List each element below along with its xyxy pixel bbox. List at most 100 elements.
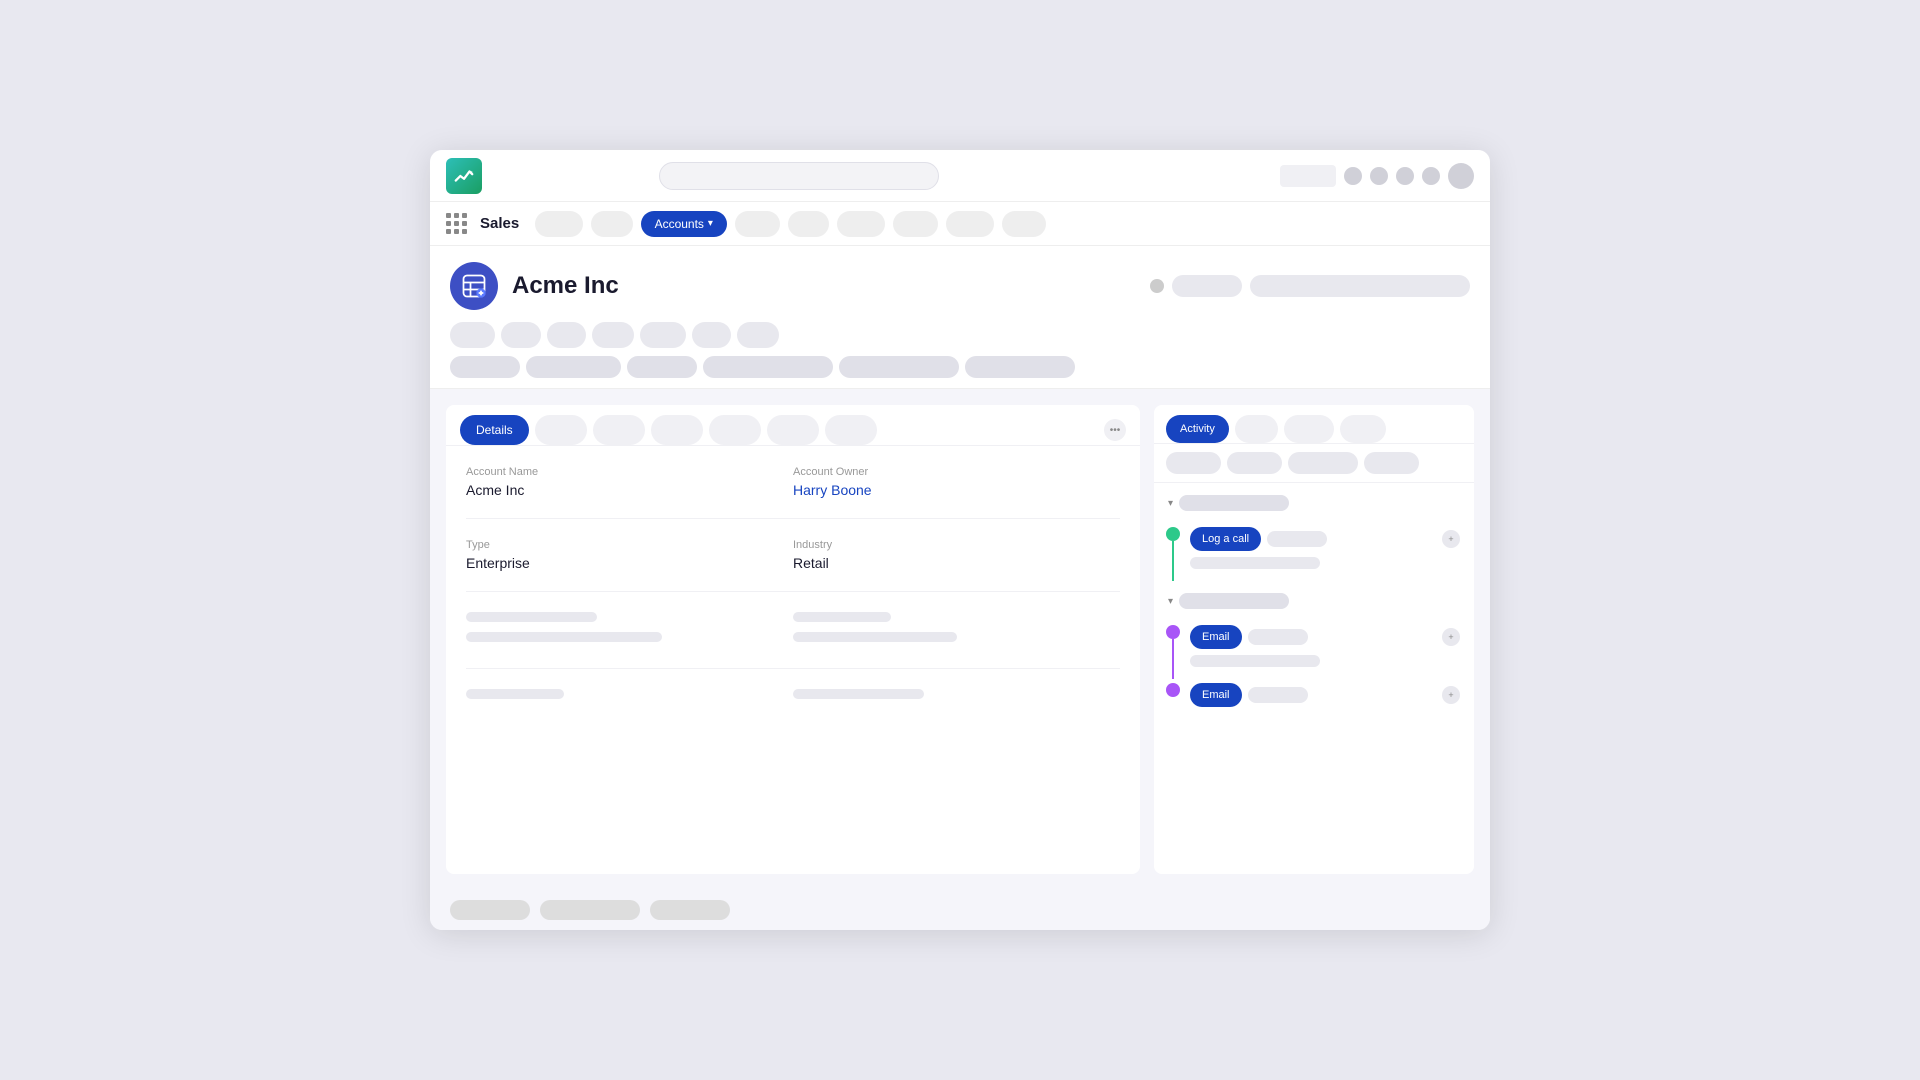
tl-action-btn-3[interactable]: + [1442,686,1460,704]
tl-action-btn-2[interactable]: + [1442,628,1460,646]
header-action-btn-2[interactable] [1250,275,1470,297]
tl-dot-purple-2 [1166,683,1180,697]
bb-btn-3[interactable] [650,900,730,920]
field-account-name: Account Name Acme Inc [466,466,793,519]
tl-item-3-header: Email + [1190,683,1460,707]
nav-item-6[interactable] [837,211,885,237]
rp-tab-activity[interactable]: Activity [1166,415,1229,443]
app-grid-icon[interactable] [446,213,468,235]
nav-item-7[interactable] [893,211,938,237]
app-name: Sales [480,215,519,232]
industry-label: Industry [793,539,1120,551]
ts-chevron-icon-1: ▾ [1168,498,1173,509]
nav-item-2[interactable] [591,211,632,237]
rp-sub-3[interactable] [1288,452,1358,474]
topbar [430,150,1490,202]
ts-label-2 [1179,593,1289,609]
ph-tab-3[interactable] [547,322,586,348]
topbar-avatar[interactable] [1448,163,1474,189]
tab-details[interactable]: Details [460,415,529,445]
ph-tab-6[interactable] [692,322,731,348]
ts-label-1 [1179,495,1289,511]
search-bar[interactable] [659,162,939,190]
tl-btn-email-1[interactable]: Email [1190,625,1242,649]
right-panel: Activity ▾ [1154,405,1474,874]
nav-item-4[interactable] [735,211,780,237]
ghost-value-3b [793,632,957,642]
account-owner-value[interactable]: Harry Boone [793,482,1120,498]
ph-tab-7[interactable] [737,322,779,348]
tl-btn-email-2[interactable]: Email [1190,683,1242,707]
header-dot-btn[interactable] [1150,279,1164,293]
tl-ghost-date-3 [1248,687,1308,703]
header-action-btn-1[interactable] [1172,275,1242,297]
sub-tab-4[interactable] [703,356,833,378]
sub-tab-6[interactable] [965,356,1075,378]
ph-tab-1[interactable] [450,322,495,348]
page-header: Acme Inc [430,246,1490,389]
tab-2[interactable] [535,415,587,445]
tab-6[interactable] [767,415,819,445]
industry-value: Retail [793,555,1120,571]
bb-btn-1[interactable] [450,900,530,920]
topbar-dot-1 [1344,167,1362,185]
ghost-label-3a [466,612,597,622]
tl-ghost-date-1 [1267,531,1327,547]
bb-btn-2[interactable] [540,900,640,920]
field-row-4 [466,689,1120,725]
topbar-dot-3 [1396,167,1414,185]
sub-tab-2[interactable] [526,356,621,378]
ghost-label-3b [793,612,891,622]
ph-tab-5[interactable] [640,322,685,348]
tl-action-btn-1[interactable]: + [1442,530,1460,548]
account-name-label: Account Name [466,466,793,478]
rp-sub-1[interactable] [1166,452,1221,474]
panel-body: Account Name Acme Inc Account Owner Harr… [446,446,1140,874]
rp-sub-4[interactable] [1364,452,1419,474]
nav-item-9[interactable] [1002,211,1047,237]
tab-5[interactable] [709,415,761,445]
timeline-item-3: Email + [1154,683,1474,717]
field-ghost-3b [793,612,1120,669]
bottom-bar [430,890,1490,930]
tl-btn-log-call[interactable]: Log a call [1190,527,1261,551]
nav-item-1[interactable] [535,211,583,237]
ghost-value-3a [466,632,662,642]
page-title: Acme Inc [512,272,619,300]
topbar-dot-4 [1422,167,1440,185]
panel-tabs-more[interactable]: ••• [1104,419,1126,441]
ghost-label-4a [466,689,564,699]
timeline: ▾ Log a call + [1154,483,1474,874]
topbar-nav-btn[interactable] [1280,165,1336,187]
tl-item-1-header: Log a call + [1190,527,1460,551]
timeline-item-2: Email + [1154,621,1474,683]
tl-detail-2 [1190,655,1320,667]
header-actions [1150,275,1470,297]
type-value: Enterprise [466,555,793,571]
main-content: Details ••• Account Name Acme Inc [430,389,1490,890]
sub-tab-1[interactable] [450,356,520,378]
ph-tab-4[interactable] [592,322,634,348]
nav-item-8[interactable] [946,211,994,237]
sub-tab-5[interactable] [839,356,959,378]
field-row-3 [466,612,1120,689]
type-label: Type [466,539,793,551]
tab-3[interactable] [593,415,645,445]
ph-tab-2[interactable] [501,322,540,348]
nav-item-accounts[interactable]: Accounts ▾ [641,211,727,237]
nav-item-5[interactable] [788,211,829,237]
rp-tab-4[interactable] [1340,415,1386,443]
account-avatar [450,262,498,310]
rp-tab-2[interactable] [1235,415,1278,443]
ghost-label-4b [793,689,924,699]
tab-7[interactable] [825,415,877,445]
field-type: Type Enterprise [466,539,793,592]
tab-4[interactable] [651,415,703,445]
rp-tab-3[interactable] [1284,415,1333,443]
field-ghost-4a [466,689,793,725]
tl-ghost-date-2 [1248,629,1308,645]
timeline-item-1: Log a call + [1154,523,1474,589]
rp-sub-2[interactable] [1227,452,1282,474]
left-panel: Details ••• Account Name Acme Inc [446,405,1140,874]
sub-tab-3[interactable] [627,356,697,378]
